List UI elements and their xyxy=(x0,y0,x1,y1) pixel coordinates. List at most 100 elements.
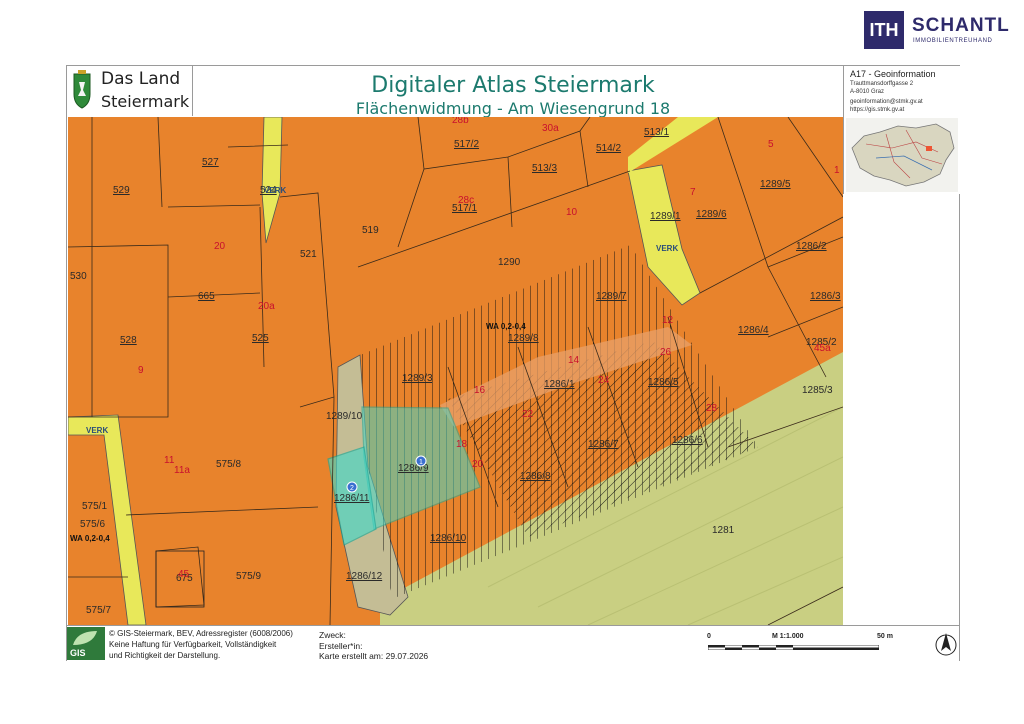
parcel-label: 1286/7 xyxy=(588,439,619,450)
house-number: 11a xyxy=(174,465,190,476)
parcel-label: 1286/1 xyxy=(544,379,575,390)
parcel-label: 1286/11 xyxy=(334,493,370,504)
overview-map xyxy=(846,118,958,192)
footer-creator: Ersteller*in: xyxy=(319,641,363,651)
house-number: 10 xyxy=(566,207,578,218)
info-department: A17 - Geoinformation xyxy=(850,69,936,79)
north-arrow-icon xyxy=(935,633,957,656)
scale-zero: 0 xyxy=(707,633,711,640)
parcel-label: 1285/3 xyxy=(802,385,833,396)
info-email[interactable]: geoinformation@stmk.gv.at xyxy=(850,99,923,105)
gis-logo-label: GIS xyxy=(70,648,86,658)
parcel-label: 1289/5 xyxy=(760,179,791,190)
parcel-label: 1289/8 xyxy=(508,333,539,344)
parcel-label: 1289/6 xyxy=(696,209,727,220)
house-number: 20 xyxy=(472,459,484,470)
parcel-label: 1289/10 xyxy=(326,411,363,422)
house-number: 45 xyxy=(178,569,190,580)
house-number: 14 xyxy=(568,355,580,366)
overview-location-marker xyxy=(926,146,932,151)
parcel-label: 575/6 xyxy=(80,519,105,530)
map-subtitle: Flächenwidmung - Am Wiesengrund 18 xyxy=(355,99,671,118)
house-number: 7 xyxy=(690,187,696,198)
zoning-label: WA 0,2-0,4 xyxy=(70,534,110,543)
footer-disclaimer-2: und Richtigkeit der Darstellung. xyxy=(109,651,221,660)
parcel-label: 1286/4 xyxy=(738,325,769,336)
parcel-label: 1286/3 xyxy=(810,291,841,302)
parcel-label: 514/2 xyxy=(596,143,621,154)
house-number: 26 xyxy=(660,347,672,358)
parcel-label: 575/9 xyxy=(236,571,261,582)
house-number: 18 xyxy=(456,439,468,450)
parcel-label: 528 xyxy=(120,335,137,346)
parcel-label: 575/7 xyxy=(86,605,111,616)
footer-copyright: © GIS-Steiermark, BEV, Adressregister (6… xyxy=(109,629,293,638)
gis-leaf-icon xyxy=(73,631,97,645)
marker-label: 1 xyxy=(419,459,423,466)
schantl-logo: ITH SCHANTL IMMOBILIENTREUHAND xyxy=(864,11,1012,51)
scale-ratio: M 1:1.000 xyxy=(772,633,804,640)
logo-line-2: Steiermark xyxy=(101,92,190,111)
house-number: 28c xyxy=(458,195,474,206)
parcel-label: 575/8 xyxy=(216,459,241,470)
schantl-logo-subtitle: IMMOBILIENTREUHAND xyxy=(913,38,993,44)
parcel-label: 525 xyxy=(252,333,269,344)
parcel-label: 1286/12 xyxy=(346,571,383,582)
parcel-label: 1281 xyxy=(712,525,735,536)
parcel-label: 1289/7 xyxy=(596,291,627,302)
map-sheet: Das Land Steiermark Digitaler Atlas Stei… xyxy=(66,65,960,661)
map-header: Digitaler Atlas Steiermark Flächenwidmun… xyxy=(193,66,833,118)
map-title: Digitaler Atlas Steiermark xyxy=(371,73,655,98)
parcel-label: 1289/3 xyxy=(402,373,433,384)
house-number: 28 xyxy=(706,403,718,414)
gis-logo: GIS xyxy=(67,627,105,660)
scale-end: 50 m xyxy=(877,633,893,640)
house-number: 20a xyxy=(258,301,275,312)
parcel-label: 521 xyxy=(300,249,317,260)
logo-line-1: Das Land xyxy=(101,69,181,89)
parcel-label: 575/1 xyxy=(82,501,107,512)
house-number: 28b xyxy=(452,117,469,126)
house-number: 24 xyxy=(598,375,610,386)
parcel-label: 513/1 xyxy=(644,127,669,138)
parcel-label: 527 xyxy=(202,157,219,168)
location-marker-2[interactable]: 2 xyxy=(346,481,358,493)
info-url[interactable]: https://gis.stmk.gv.at xyxy=(850,107,904,113)
map-footer: GIS © GIS-Steiermark, BEV, Adressregiste… xyxy=(67,625,959,661)
info-address-1: Trauttmansdorffgasse 2 xyxy=(850,81,914,87)
parcel-label: 1286/6 xyxy=(672,435,703,446)
land-steiermark-logo: Das Land Steiermark xyxy=(67,66,193,116)
house-number: 45a xyxy=(814,343,831,354)
footer-created-date: Karte erstellt am: 29.07.2026 xyxy=(319,651,429,661)
parcel-label: 513/3 xyxy=(532,163,557,174)
steiermark-crest-icon xyxy=(73,70,91,109)
parcel-label: 1289/1 xyxy=(650,211,681,222)
footer-disclaimer-1: Keine Haftung für Verfügbarkeit, Vollstä… xyxy=(109,640,277,649)
house-number: 16 xyxy=(474,385,486,396)
traffic-label: VERK xyxy=(264,186,286,195)
zoning-map[interactable]: 527 529 530 5 24 521 519 665 525 528 517/… xyxy=(68,117,843,625)
parcel-label: 530 xyxy=(70,271,87,282)
house-number: 5 xyxy=(768,139,774,150)
info-box: A17 - Geoinformation Trauttmansdorffgass… xyxy=(843,66,960,194)
parcel-label: 1290 xyxy=(498,257,521,268)
house-number: 12 xyxy=(662,315,674,326)
house-number: 22 xyxy=(522,409,534,420)
parcel-label: 665 xyxy=(198,291,215,302)
scale-bar xyxy=(708,645,879,650)
house-number: 1 xyxy=(834,165,840,176)
parcel-label: 1286/2 xyxy=(796,241,827,252)
house-number: 30a xyxy=(542,123,559,134)
parcel-label: 517/2 xyxy=(454,139,479,150)
location-marker-1[interactable]: 1 xyxy=(415,455,427,467)
marker-label: 2 xyxy=(350,485,354,492)
parcel-label: 1286/10 xyxy=(430,533,467,544)
house-number: 9 xyxy=(138,365,144,376)
parcel-label: 1286/5 xyxy=(648,377,679,388)
schantl-logo-mark: ITH xyxy=(864,11,904,49)
parcel-label: 529 xyxy=(113,185,130,196)
info-address-2: A-8010 Graz xyxy=(850,89,885,95)
traffic-label: VERK xyxy=(86,426,108,435)
parcel-label: 519 xyxy=(362,225,379,236)
zoning-label: WA 0,2-0,4 xyxy=(486,322,526,331)
